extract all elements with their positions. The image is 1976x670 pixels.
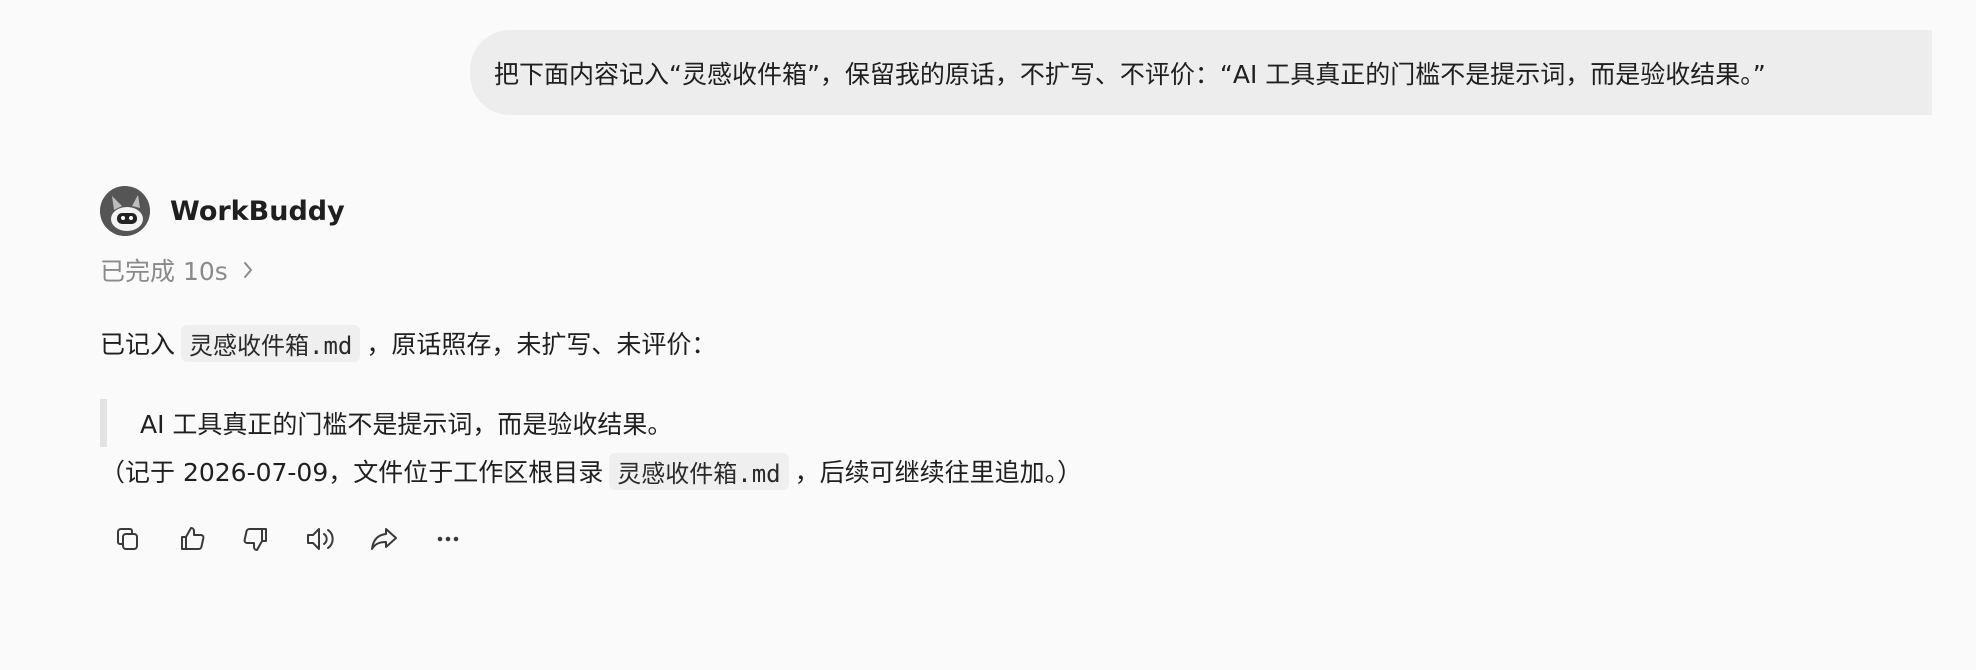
copy-button[interactable] xyxy=(108,519,148,559)
reply-text: 已记入 灵感收件箱.md ，原话照存，未扩写、未评价： xyxy=(100,324,1800,362)
assistant-header: WorkBuddy xyxy=(100,186,1800,236)
note-file-name-chip: 灵感收件箱.md xyxy=(609,452,789,490)
assistant-message: WorkBuddy 已完成 10s 已记入 灵感收件箱.md ，原话照存，未扩写… xyxy=(100,186,1800,559)
dislike-button[interactable] xyxy=(236,519,276,559)
share-button[interactable] xyxy=(364,519,404,559)
more-icon xyxy=(437,536,459,542)
quote-block: AI 工具真正的门槛不是提示词，而是验收结果。 xyxy=(100,399,1800,447)
status-toggle[interactable]: 已完成 10s xyxy=(100,253,1800,287)
note-suffix: ，后续可继续往里追加。） xyxy=(794,458,1083,487)
share-icon xyxy=(371,528,397,550)
read-aloud-button[interactable] xyxy=(300,519,340,559)
note-prefix: （记于 2026-07-09，文件位于工作区根目录 xyxy=(100,458,604,487)
message-actions xyxy=(108,519,1800,559)
speaker-icon xyxy=(307,528,334,550)
reply-prefix: 已记入 xyxy=(100,330,176,359)
thumbs-down-icon xyxy=(243,528,267,551)
note-text: （记于 2026-07-09，文件位于工作区根目录 灵感收件箱.md ，后续可继… xyxy=(100,449,1800,493)
chevron-right-icon xyxy=(242,260,254,280)
quote-text: AI 工具真正的门槛不是提示词，而是验收结果。 xyxy=(140,410,673,439)
more-button[interactable] xyxy=(428,519,468,559)
reply-suffix: ，原话照存，未扩写、未评价： xyxy=(366,330,717,359)
user-message-text: 把下面内容记入“灵感收件箱”，保留我的原话，不扩写、不评价：“AI 工具真正的门… xyxy=(494,59,1766,89)
user-message-bubble: 把下面内容记入“灵感收件箱”，保留我的原话，不扩写、不评价：“AI 工具真正的门… xyxy=(470,30,1932,115)
status-text: 已完成 10s xyxy=(100,257,228,286)
robot-avatar-icon xyxy=(100,186,150,236)
copy-icon xyxy=(117,528,138,550)
assistant-name: WorkBuddy xyxy=(170,195,345,227)
file-name-chip: 灵感收件箱.md xyxy=(181,324,361,362)
thumbs-up-icon xyxy=(181,527,205,550)
like-button[interactable] xyxy=(172,519,212,559)
